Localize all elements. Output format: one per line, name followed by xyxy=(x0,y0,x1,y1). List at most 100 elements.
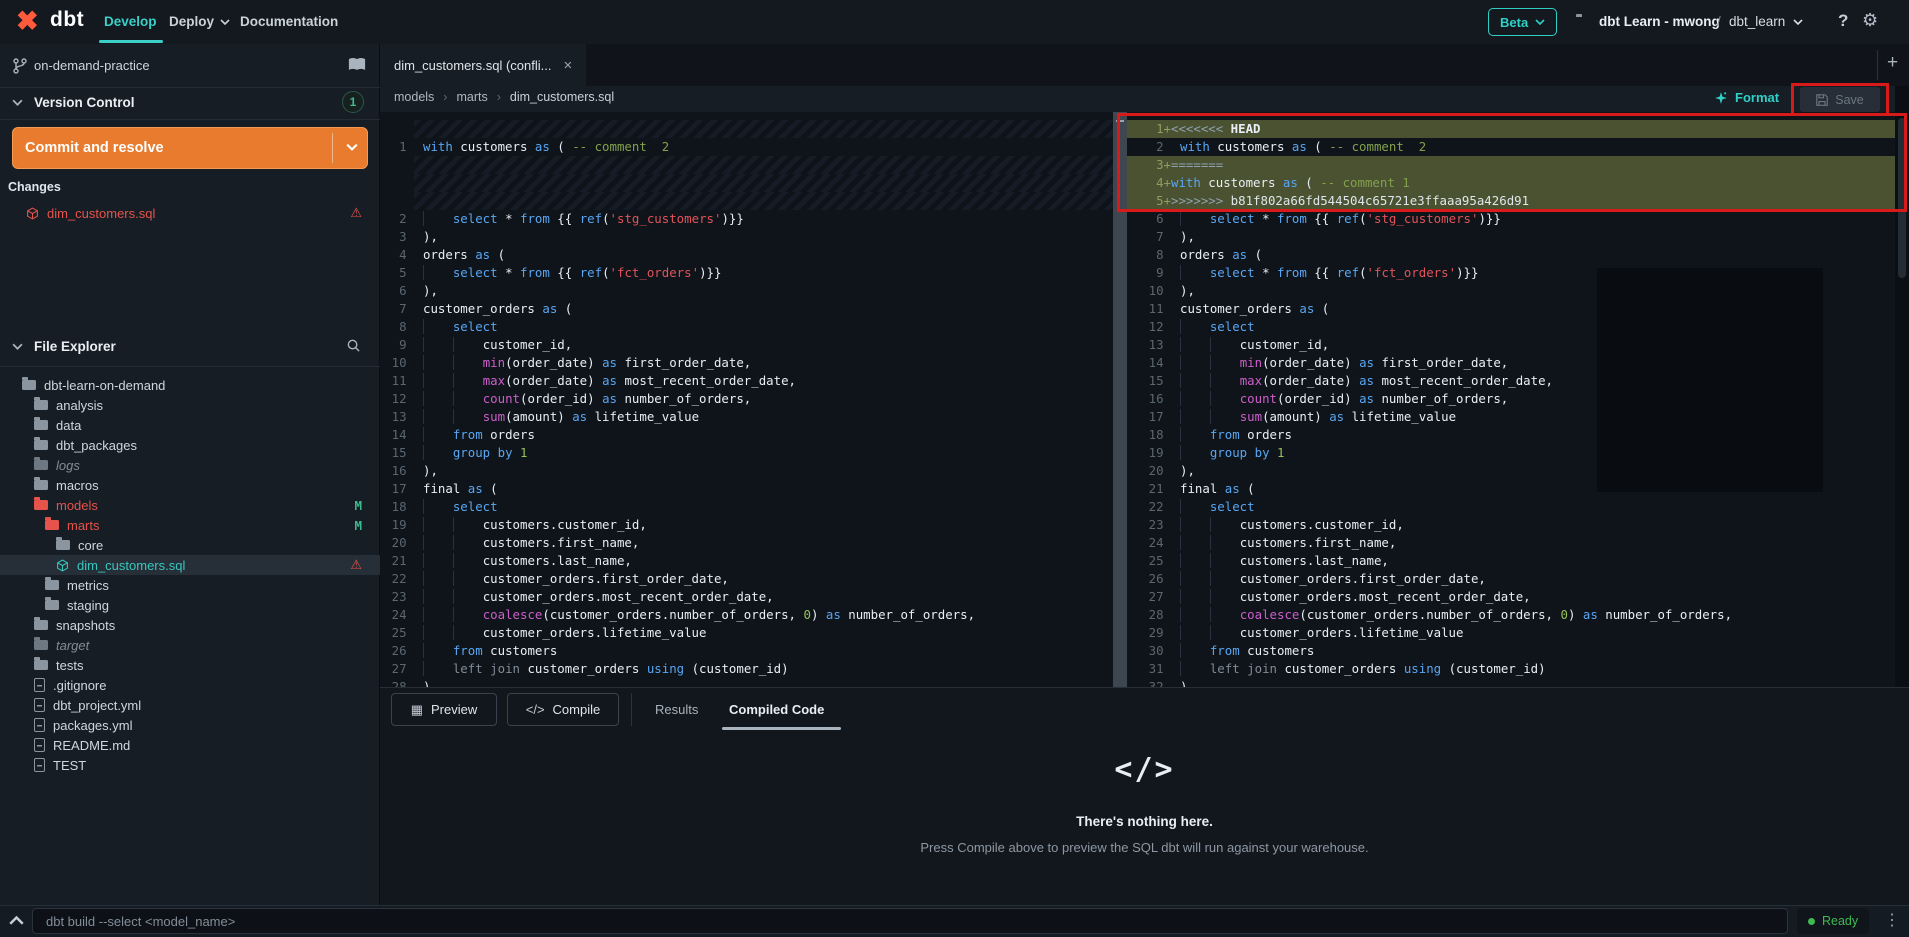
project-name[interactable]: dbt Learn - mwong xyxy=(1599,14,1720,29)
nav-item-documentation[interactable]: Documentation xyxy=(240,14,338,29)
line-number: 23 xyxy=(1127,516,1171,534)
diff-filler xyxy=(414,120,1113,138)
code-text: max(order_date) as most_recent_order_dat… xyxy=(414,372,1113,390)
line-number: 30 xyxy=(1127,642,1171,660)
file-tree-label: packages.yml xyxy=(53,718,132,733)
fold-marker[interactable] xyxy=(1116,120,1124,122)
preview-button[interactable]: ▦ Preview xyxy=(391,693,497,726)
code-text: customer_orders.first_order_date, xyxy=(1171,570,1909,588)
search-icon[interactable] xyxy=(346,338,361,353)
line-number: 18 xyxy=(380,498,414,516)
line-number: 15 xyxy=(1127,372,1171,390)
chevron-up-icon[interactable] xyxy=(9,915,24,925)
file-tree-item[interactable]: dbt-learn-on-demand xyxy=(0,375,380,395)
dbt-logo-text[interactable]: dbt xyxy=(50,8,84,32)
file-tree-item[interactable]: martsM xyxy=(0,515,380,535)
code-line: 26 customer_orders.first_order_date, xyxy=(1127,570,1909,588)
command-input[interactable]: dbt build --select <model_name> xyxy=(32,908,1788,934)
file-tree-item[interactable]: logs xyxy=(0,455,380,475)
help-icon[interactable]: ? xyxy=(1838,11,1848,31)
file-tree-item[interactable]: dim_customers.sql⚠ xyxy=(0,555,380,575)
code-line: 24 coalesce(customer_orders.number_of_or… xyxy=(380,606,1113,624)
editor-scrollbar-thumb[interactable] xyxy=(1898,118,1906,278)
docs-book-icon[interactable] xyxy=(348,57,366,72)
tab-dim-customers[interactable]: dim_customers.sql (confli... × xyxy=(380,44,586,86)
code-line xyxy=(380,192,1113,210)
commit-and-resolve-button[interactable]: Commit and resolve xyxy=(12,127,368,169)
file-tree-item[interactable]: macros xyxy=(0,475,380,495)
close-icon[interactable]: × xyxy=(564,57,573,74)
tab-compiled-code[interactable]: Compiled Code xyxy=(729,693,824,726)
file-tree-item[interactable]: analysis xyxy=(0,395,380,415)
nav-item-develop[interactable]: Develop xyxy=(104,14,157,29)
changed-file-row[interactable]: dim_customers.sql ⚠ xyxy=(0,201,380,225)
breadcrumb-item[interactable]: marts xyxy=(456,90,487,104)
breadcrumb-item[interactable]: models xyxy=(394,90,434,104)
file-tree-item[interactable]: modelsM xyxy=(0,495,380,515)
commit-button-separator xyxy=(332,133,333,163)
branch-row[interactable]: on-demand-practice xyxy=(0,44,380,88)
code-text: left join customer_orders using (custome… xyxy=(414,660,1113,678)
file-tree-item[interactable]: tests xyxy=(0,655,380,675)
settings-gear-icon[interactable]: ⚙ xyxy=(1862,10,1878,31)
line-number xyxy=(380,174,414,192)
file-tree-label: dbt-learn-on-demand xyxy=(44,378,165,393)
code-text: customer_orders.most_recent_order_date, xyxy=(1171,588,1909,606)
kebab-menu-icon[interactable]: ⋮ xyxy=(1884,910,1900,930)
code-text: >>>>>>> b81f802a66fd544504c65721e3ffaaa9… xyxy=(1171,192,1909,210)
beta-dropdown[interactable]: Beta xyxy=(1488,8,1557,36)
line-number: 20 xyxy=(1127,462,1171,480)
code-line: 3+======= xyxy=(1127,156,1909,174)
line-number: 29 xyxy=(1127,624,1171,642)
commit-options-chevron[interactable] xyxy=(346,143,358,151)
file-explorer-title[interactable]: File Explorer xyxy=(34,339,116,354)
active-tab-underline xyxy=(722,727,841,730)
file-tree-item[interactable]: .gitignore xyxy=(0,675,380,695)
line-number: 11 xyxy=(1127,300,1171,318)
line-number: 1 xyxy=(380,138,414,156)
line-number: 1+ xyxy=(1127,120,1171,138)
code-text: customers.customer_id, xyxy=(414,516,1113,534)
code-text: select * from {{ ref('stg_customers')}} xyxy=(1171,210,1909,228)
code-line: 1+<<<<<<< HEAD xyxy=(1127,120,1909,138)
dbt-logo-icon[interactable]: ✖ xyxy=(16,6,39,36)
format-button[interactable]: Format xyxy=(1714,90,1779,105)
code-text: group by 1 xyxy=(414,444,1113,462)
file-tree-item[interactable]: core xyxy=(0,535,380,555)
line-number: 25 xyxy=(1127,552,1171,570)
code-line: 23 customers.customer_id, xyxy=(1127,516,1909,534)
file-tree-item[interactable]: target xyxy=(0,635,380,655)
branch-dropdown[interactable]: dbt_learn xyxy=(1729,14,1803,29)
file-tree-item[interactable]: dbt_packages xyxy=(0,435,380,455)
new-tab-button[interactable]: + xyxy=(1887,52,1898,74)
code-line: 6 select * from {{ ref('stg_customers')}… xyxy=(1127,210,1909,228)
line-number: 3 xyxy=(380,228,414,246)
editor-tab-bar xyxy=(380,44,1909,86)
compile-button[interactable]: </> Compile xyxy=(507,693,619,726)
line-number: 9 xyxy=(1127,264,1171,282)
nav-item-deploy[interactable]: Deploy xyxy=(169,14,230,29)
code-text: with customers as ( -- comment 1 xyxy=(1171,174,1909,192)
file-tree-item[interactable]: packages.yml xyxy=(0,715,380,735)
code-line: 8 select xyxy=(380,318,1113,336)
tab-results[interactable]: Results xyxy=(655,693,698,726)
version-control-collapse-chevron[interactable] xyxy=(12,99,23,106)
file-explorer-collapse-chevron[interactable] xyxy=(12,343,23,350)
code-line: 9 customer_id, xyxy=(380,336,1113,354)
file-tree-item[interactable]: snapshots xyxy=(0,615,380,635)
file-tree-item[interactable]: metrics xyxy=(0,575,380,595)
save-button[interactable]: Save xyxy=(1800,87,1880,112)
version-control-title[interactable]: Version Control xyxy=(34,95,135,110)
line-number: 19 xyxy=(380,516,414,534)
chevron-down-icon xyxy=(1793,19,1803,25)
line-number: 21 xyxy=(380,552,414,570)
line-number: 10 xyxy=(1127,282,1171,300)
file-tree-item[interactable]: data xyxy=(0,415,380,435)
code-text: customers.first_name, xyxy=(1171,534,1909,552)
editor-pane-current[interactable]: 1 with customers as ( -- comment 22 sele… xyxy=(380,112,1113,687)
code-text: from customers xyxy=(414,642,1113,660)
line-number: 4 xyxy=(380,246,414,264)
file-tree-label: core xyxy=(78,538,103,553)
file-tree-item[interactable]: staging xyxy=(0,595,380,615)
file-tree-item[interactable]: dbt_project.yml xyxy=(0,695,380,715)
